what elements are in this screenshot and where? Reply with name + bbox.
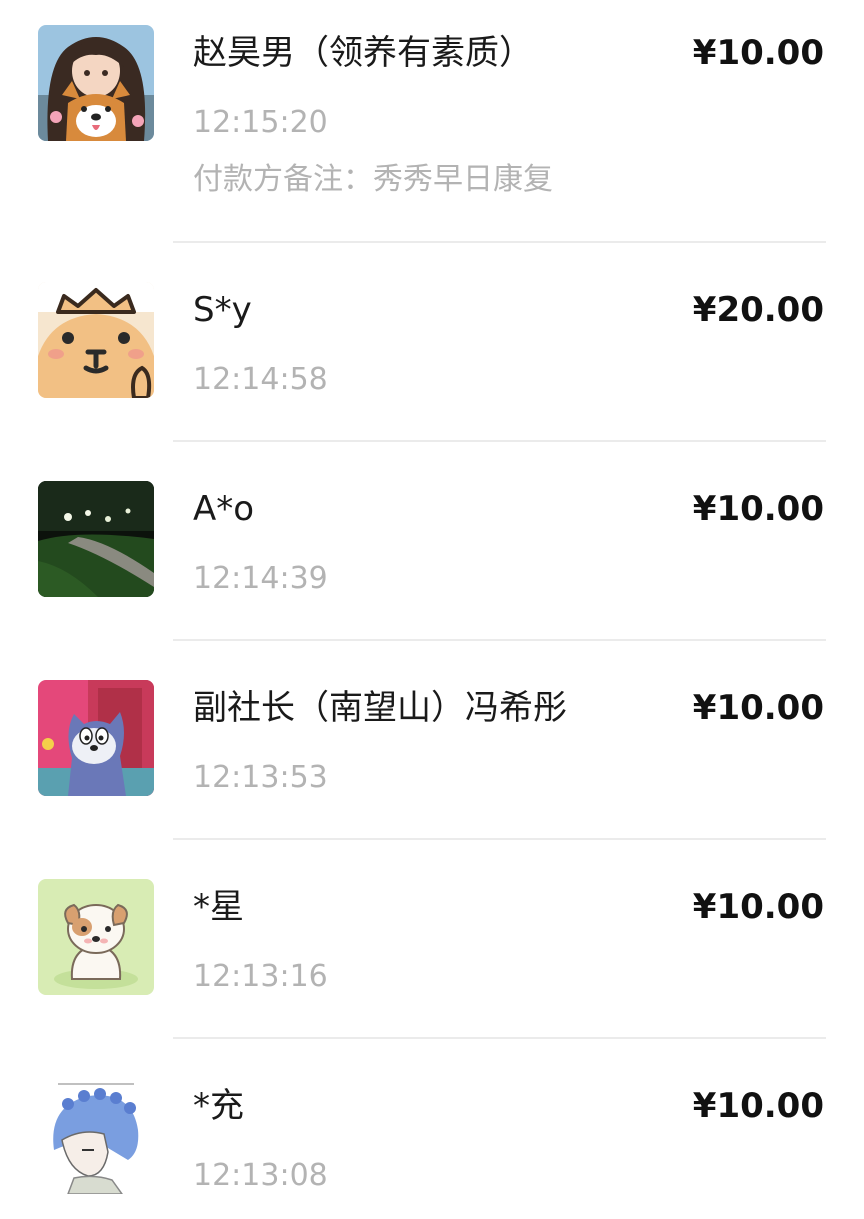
payer-name: S*y [193,290,252,330]
cartoon-cat-avatar-icon[interactable] [38,680,154,796]
payer-name: *充 [193,1086,244,1126]
payment-amount: ¥10.00 [692,688,824,728]
payment-amount: ¥10.00 [692,33,824,73]
payment-record-item[interactable]: S*y ¥20.00 12:14:58 [0,243,864,442]
payer-name: *星 [193,887,244,927]
payment-amount: ¥10.00 [692,887,824,927]
payment-record-item[interactable]: 副社长（南望山）冯希彤 ¥10.00 12:13:53 [0,641,864,840]
payment-time: 12:13:08 [193,1158,328,1193]
payment-time: 12:13:16 [193,959,328,994]
payment-record-item[interactable]: *星 ¥10.00 12:13:16 [0,840,864,1039]
payment-record-list: 赵昊男（领养有素质） ¥10.00 12:15:20 付款方备注：秀秀早日康复 … [0,0,864,1219]
payment-record-item[interactable]: *充 ¥10.00 12:13:08 [0,1039,864,1219]
blue-hair-flower-crown-avatar-icon[interactable] [38,1078,154,1194]
night-park-path-avatar-icon[interactable] [38,481,154,597]
puppy-avatar-icon[interactable] [38,879,154,995]
payer-note: 付款方备注：秀秀早日康复 [193,161,553,199]
payment-amount: ¥20.00 [692,290,824,330]
crowned-bear-avatar-icon[interactable] [38,282,154,398]
payer-name: 副社长（南望山）冯希彤 [193,688,567,728]
payer-name: 赵昊男（领养有素质） [193,33,533,73]
girl-with-corgi-avatar-icon[interactable] [38,25,154,141]
payment-time: 12:14:58 [193,362,328,397]
payment-amount: ¥10.00 [692,1086,824,1126]
payment-time: 12:13:53 [193,760,328,795]
payer-note-text: 秀秀早日康复 [373,162,553,197]
payer-note-label: 付款方备注： [193,162,373,197]
payment-record-item[interactable]: A*o ¥10.00 12:14:39 [0,442,864,641]
payment-time: 12:14:39 [193,561,328,596]
payment-record-item[interactable]: 赵昊男（领养有素质） ¥10.00 12:15:20 付款方备注：秀秀早日康复 [0,0,864,243]
payment-time: 12:15:20 [193,105,328,140]
payment-amount: ¥10.00 [692,489,824,529]
payer-name: A*o [193,489,255,529]
